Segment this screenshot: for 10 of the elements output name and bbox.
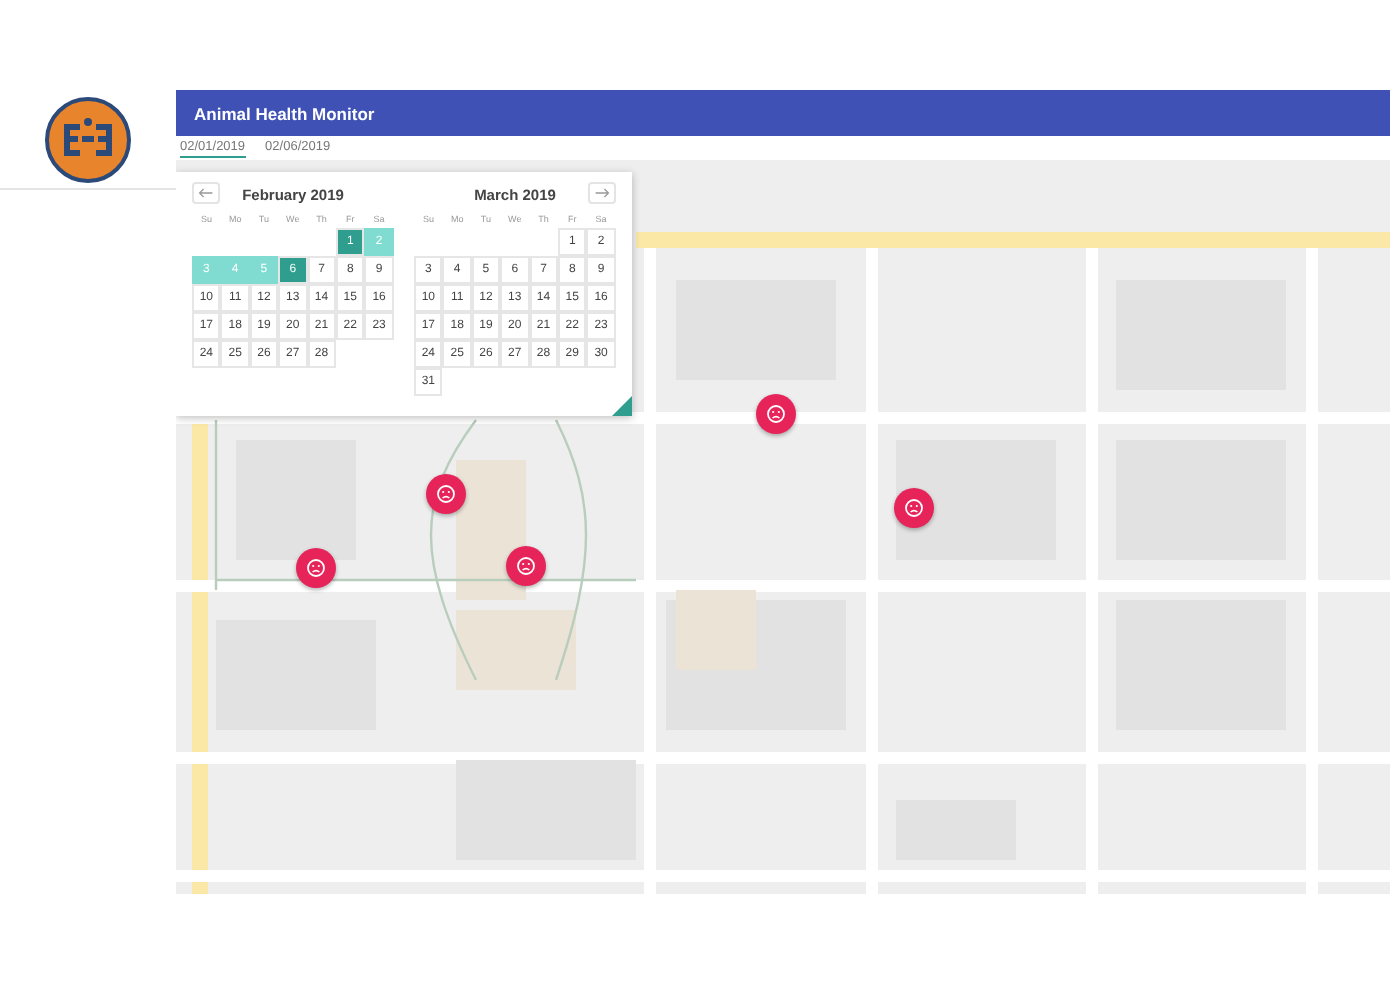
sad-face-icon [436, 484, 456, 504]
logo-icon [44, 96, 132, 184]
left-arrow-icon [198, 188, 214, 198]
sad-face-icon [766, 404, 786, 424]
help-corner-icon [612, 396, 632, 416]
sad-face-icon [904, 498, 924, 518]
right-arrow-icon [594, 188, 610, 198]
app-title: Animal Health Monitor [194, 103, 375, 123]
sad-face-icon [306, 558, 326, 578]
sad-face-icon [516, 556, 536, 576]
